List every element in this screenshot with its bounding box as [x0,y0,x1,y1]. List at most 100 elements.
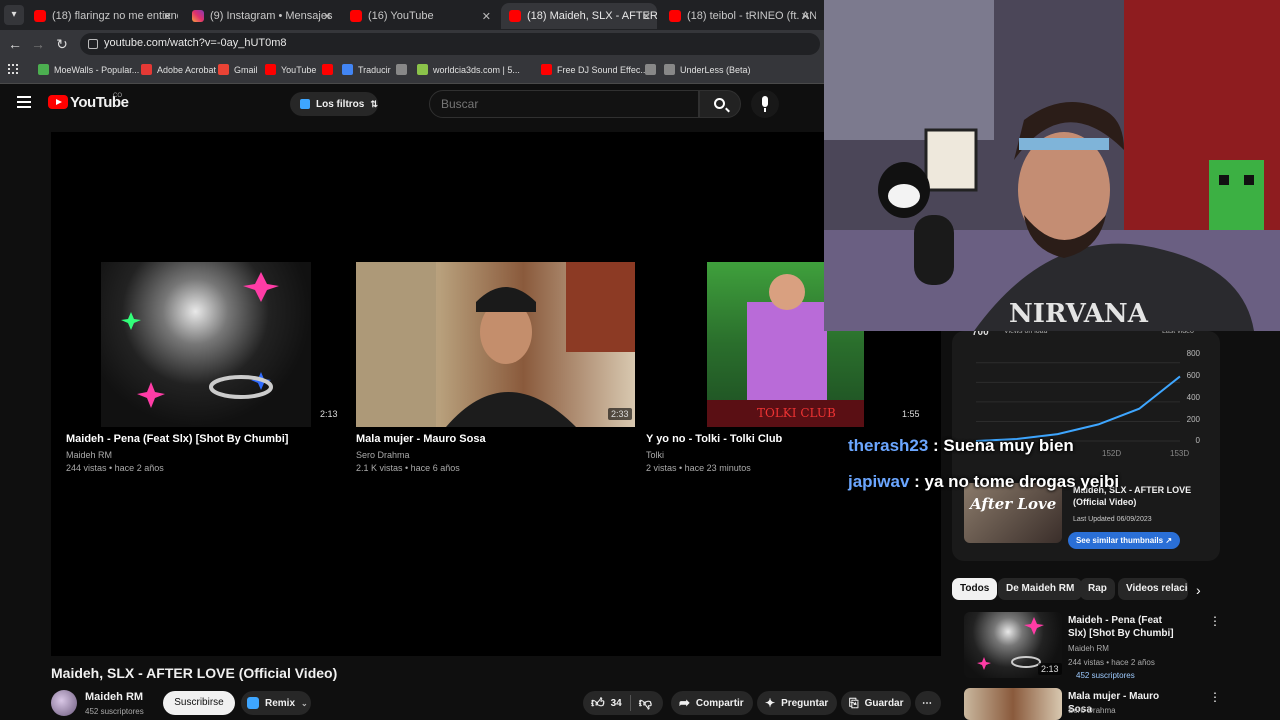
hamburger-menu-icon[interactable] [17,96,31,108]
youtube-favicon-icon [34,10,46,22]
x-tick-label: 152D [1102,449,1122,458]
search-input[interactable] [429,90,699,118]
end-screen-video-title[interactable]: Mala mujer - Mauro Sosa [356,433,486,445]
url-field[interactable]: youtube.com/watch?v=-0ay_hUT0m8 [80,33,820,55]
site-info-icon[interactable] [88,39,98,49]
browser-tab[interactable]: (9) Instagram • Mensajes ✕ [184,3,338,29]
bookmark-icon [645,64,656,75]
bookmark-icon [141,64,152,75]
tab-close-icon[interactable]: ✕ [482,10,491,23]
thumbnail-overlay-text: After Love [970,495,1057,513]
browser-tab-active[interactable]: (18) Maideh, SLX - AFTER LO ✕ [501,3,657,29]
more-vertical-icon[interactable]: ⋮ [1209,690,1221,704]
related-video-item[interactable]: 2:13 Maideh - Pena (Feat Slx) [Shot By C… [964,612,1222,682]
tab-close-icon[interactable]: ✕ [801,10,810,23]
bookmark-label: UnderLess (Beta) [680,64,751,75]
bookmark-item[interactable] [645,64,661,75]
filters-button[interactable]: Los filtros ⇅ [290,92,378,116]
subscribe-button[interactable]: Suscribirse [163,691,235,715]
chart-series-line [975,375,1181,442]
tab-close-icon[interactable]: ✕ [163,10,172,23]
voice-search-button[interactable] [751,90,779,118]
channel-avatar[interactable] [51,690,77,716]
browser-tab[interactable]: (16) YouTube ✕ [342,3,497,29]
bookmark-item[interactable]: Gmail [218,64,258,75]
end-screen-video-title[interactable]: Y yo no - Tolki - Tolki Club [646,433,782,445]
bookmark-item[interactable]: YouTube [265,64,316,75]
related-video-item[interactable]: Mala mujer - Mauro Sosa Sero Drahma ⋮ [964,688,1222,720]
related-channel[interactable]: Maideh RM [1068,644,1109,653]
y-tick-label: 200 [1186,415,1200,424]
related-meta: 244 vistas • hace 2 años [1068,658,1155,667]
bookmarks-bar: MoeWalls - Popular... Adobe Acrobat Gmai… [0,58,824,84]
y-tick-label: 800 [1186,349,1200,358]
remix-icon [247,697,259,709]
bookmark-item[interactable]: MoeWalls - Popular... [38,64,139,75]
chip-rap[interactable]: Rap [1080,578,1115,600]
browser-tab[interactable]: (18) teibol - tRINEO (ft. ANTIHE ✕ [661,3,816,29]
end-screen-video-title[interactable]: Maideh - Pena (Feat Slx) [Shot By Chumbi… [66,433,288,445]
chip-todos[interactable]: Todos [952,578,998,600]
streamer-webcam: NIRVANA [824,0,1280,331]
chip-channel[interactable]: De Maideh RM [998,578,1083,600]
related-subscribers: 452 suscriptores [1076,671,1135,680]
browser-tab[interactable]: (18) flaringz no me entiend - Yo ✕ [26,3,178,29]
related-thumbnail[interactable] [964,688,1062,720]
search-button[interactable] [699,90,741,118]
bookmark-item[interactable] [322,64,338,75]
see-similar-thumbnails-button[interactable]: See similar thumbnails ↗ [1068,532,1180,549]
bookmark-item[interactable]: UnderLess (Beta) [664,64,751,75]
like-count[interactable]: 34 [611,698,622,709]
forward-arrow-icon[interactable]: → [29,35,47,53]
video-player[interactable]: 2:13 Maideh - Pena (Feat Slx) [Shot By C… [51,132,941,656]
remix-button[interactable]: Remix ⌄ [241,691,311,715]
thumbs-up-icon[interactable]: 👍︎ [591,695,605,711]
extension-icon [300,99,310,109]
chevron-down-icon: ⌄ [301,698,308,708]
bookmark-item[interactable]: Free DJ Sound Effec... [541,64,648,75]
channel-name[interactable]: Maideh RM [85,691,143,703]
webcam-scene: NIRVANA [824,0,1280,331]
tab-search-button[interactable]: ▾ [4,5,24,25]
instagram-favicon-icon [192,10,204,22]
youtube-logo-icon[interactable] [48,95,68,109]
tab-title: (9) Instagram • Mensajes [210,10,333,22]
thumbs-down-icon[interactable]: 👎︎ [639,695,652,711]
back-arrow-icon[interactable]: ← [6,35,24,53]
ask-label: Preguntar [781,697,829,709]
bookmark-item[interactable]: Traducir [342,64,391,75]
duration-badge: 2:13 [317,408,341,420]
bookmark-label: worldcia3ds.com | 5... [433,64,520,75]
bookmark-label: Adobe Acrobat [157,64,217,75]
tab-close-icon[interactable]: ✕ [323,10,332,23]
end-screen-channel[interactable]: Sero Drahma [356,450,410,460]
chevron-right-icon[interactable]: › [1196,582,1201,598]
share-button[interactable]: ➦ Compartir [671,691,753,715]
bookmark-icon [342,64,353,75]
chip-related[interactable]: Videos relacio [1118,578,1188,600]
related-video-title[interactable]: Maideh - Pena (Feat Slx) [Shot By Chumbi… [1068,614,1178,640]
bookmark-item[interactable]: worldcia3ds.com | 5... [417,64,520,75]
duration-badge: 1:55 [899,408,923,420]
tab-title: (16) YouTube [368,10,434,22]
save-button[interactable]: ⎘ Guardar [841,691,911,715]
end-screen-meta: 2 vistas • hace 23 minutos [646,463,751,473]
thumbnail-art [356,262,635,427]
more-actions-button[interactable]: ⋯ [915,691,941,715]
end-screen-channel[interactable]: Tolki [646,450,664,460]
reload-icon[interactable]: ↻ [53,35,71,53]
related-channel[interactable]: Sero Drahma [1068,706,1116,715]
ask-button[interactable]: ✦ Preguntar [757,691,837,715]
video-thumbnail-preview[interactable]: After Love [964,483,1062,543]
tab-close-icon[interactable]: ✕ [642,10,651,23]
bookmark-item[interactable] [396,64,412,75]
address-bar-row: ← → ↻ youtube.com/watch?v=-0ay_hUT0m8 [0,30,824,58]
bookmark-item[interactable]: Adobe Acrobat [141,64,216,75]
end-screen-thumbnail[interactable] [101,262,311,427]
video-title: Maideh, SLX - AFTER LOVE (Official Video… [51,665,338,681]
country-code: CO [113,93,122,99]
more-vertical-icon[interactable]: ⋮ [1209,614,1221,628]
apps-grid-icon[interactable] [8,64,18,74]
end-screen-thumbnail[interactable] [356,262,635,427]
end-screen-channel[interactable]: Maideh RM [66,450,112,460]
